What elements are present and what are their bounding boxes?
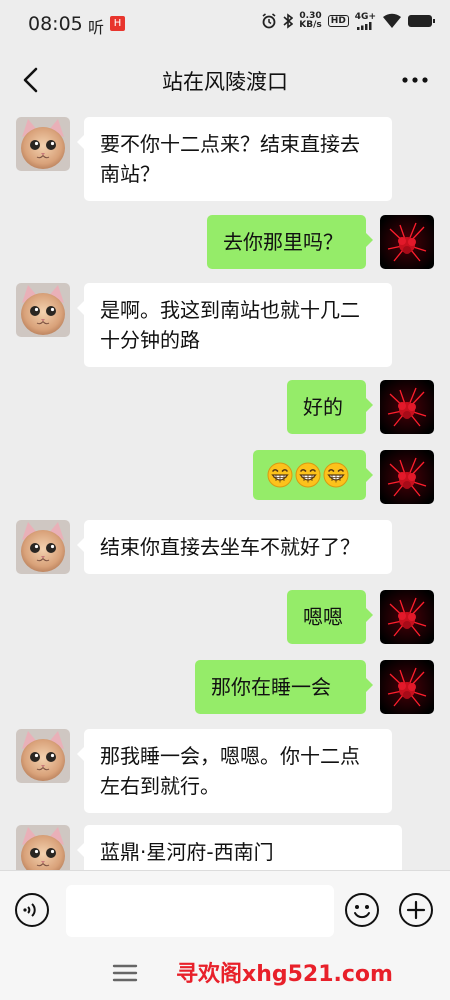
signal-icon [357, 21, 372, 30]
add-more-icon[interactable] [398, 892, 434, 928]
grinning-face-icon [267, 462, 293, 488]
contact-avatar[interactable] [16, 825, 70, 870]
status-icons: 0.30 KB/s HD 4G+ [261, 11, 435, 30]
wifi-icon [383, 13, 401, 28]
watermark-text: 寻欢阁xhg521.com [176, 962, 393, 987]
bluetooth-icon [283, 13, 294, 29]
grinning-face-icon [295, 462, 321, 488]
outgoing-message[interactable]: 嗯嗯 [287, 590, 373, 644]
emoji-icon[interactable] [344, 892, 380, 928]
network-type: 4G+ [354, 11, 376, 22]
incoming-message[interactable]: 那我睡一会，嗯嗯。你十二点左右到就行。 [77, 729, 392, 813]
contact-avatar[interactable] [16, 520, 70, 574]
grinning-face-icon [323, 462, 349, 488]
listen-app-icon: 听 [88, 18, 105, 37]
my-avatar[interactable] [380, 660, 434, 714]
my-avatar[interactable] [380, 380, 434, 434]
my-avatar[interactable] [380, 215, 434, 269]
contact-avatar[interactable] [16, 117, 70, 171]
status-time: 08:05 [28, 13, 83, 35]
system-nav-bar: 寻欢阁xhg521.com [0, 948, 450, 1000]
chat-header: 站在风陵渡口 [0, 50, 450, 110]
my-avatar[interactable] [380, 450, 434, 504]
contact-avatar[interactable] [16, 283, 70, 337]
status-bar: 08:05 听 H 0.30 KB/s HD 4G+ [0, 0, 450, 50]
network-speed: 0.30 KB/s [299, 12, 321, 30]
menu-icon[interactable] [112, 962, 138, 984]
notification-badge-icon: H [110, 16, 125, 31]
battery-icon [408, 15, 435, 27]
chat-title: 站在风陵渡口 [162, 70, 288, 94]
outgoing-message[interactable]: 那你在睡一会 [195, 660, 373, 714]
incoming-message[interactable]: 结束你直接去坐车不就好了？ [77, 520, 392, 574]
outgoing-emoji-message[interactable] [253, 450, 373, 500]
message-input[interactable] [66, 885, 334, 937]
chat-message-list[interactable]: 要不你十二点来？结束直接去南站？ 去你那里吗？ 是啊。我这到南站也就十几二十分钟… [0, 110, 450, 870]
more-options-icon[interactable] [400, 68, 430, 92]
hd-icon: HD [327, 15, 349, 27]
voice-input-icon[interactable] [14, 892, 50, 928]
my-avatar[interactable] [380, 590, 434, 644]
contact-avatar[interactable] [16, 729, 70, 783]
input-toolbar [0, 870, 450, 949]
incoming-message[interactable]: 是啊。我这到南站也就十几二十分钟的路 [77, 283, 392, 367]
alarm-icon [262, 13, 276, 29]
location-message[interactable]: 蓝鼎·星河府-西南门 [77, 825, 402, 870]
incoming-message[interactable]: 要不你十二点来？结束直接去南站？ [77, 117, 392, 201]
outgoing-message[interactable]: 好的 [287, 380, 373, 434]
outgoing-message[interactable]: 去你那里吗？ [207, 215, 373, 269]
network-speed-unit: KB/s [299, 20, 322, 30]
